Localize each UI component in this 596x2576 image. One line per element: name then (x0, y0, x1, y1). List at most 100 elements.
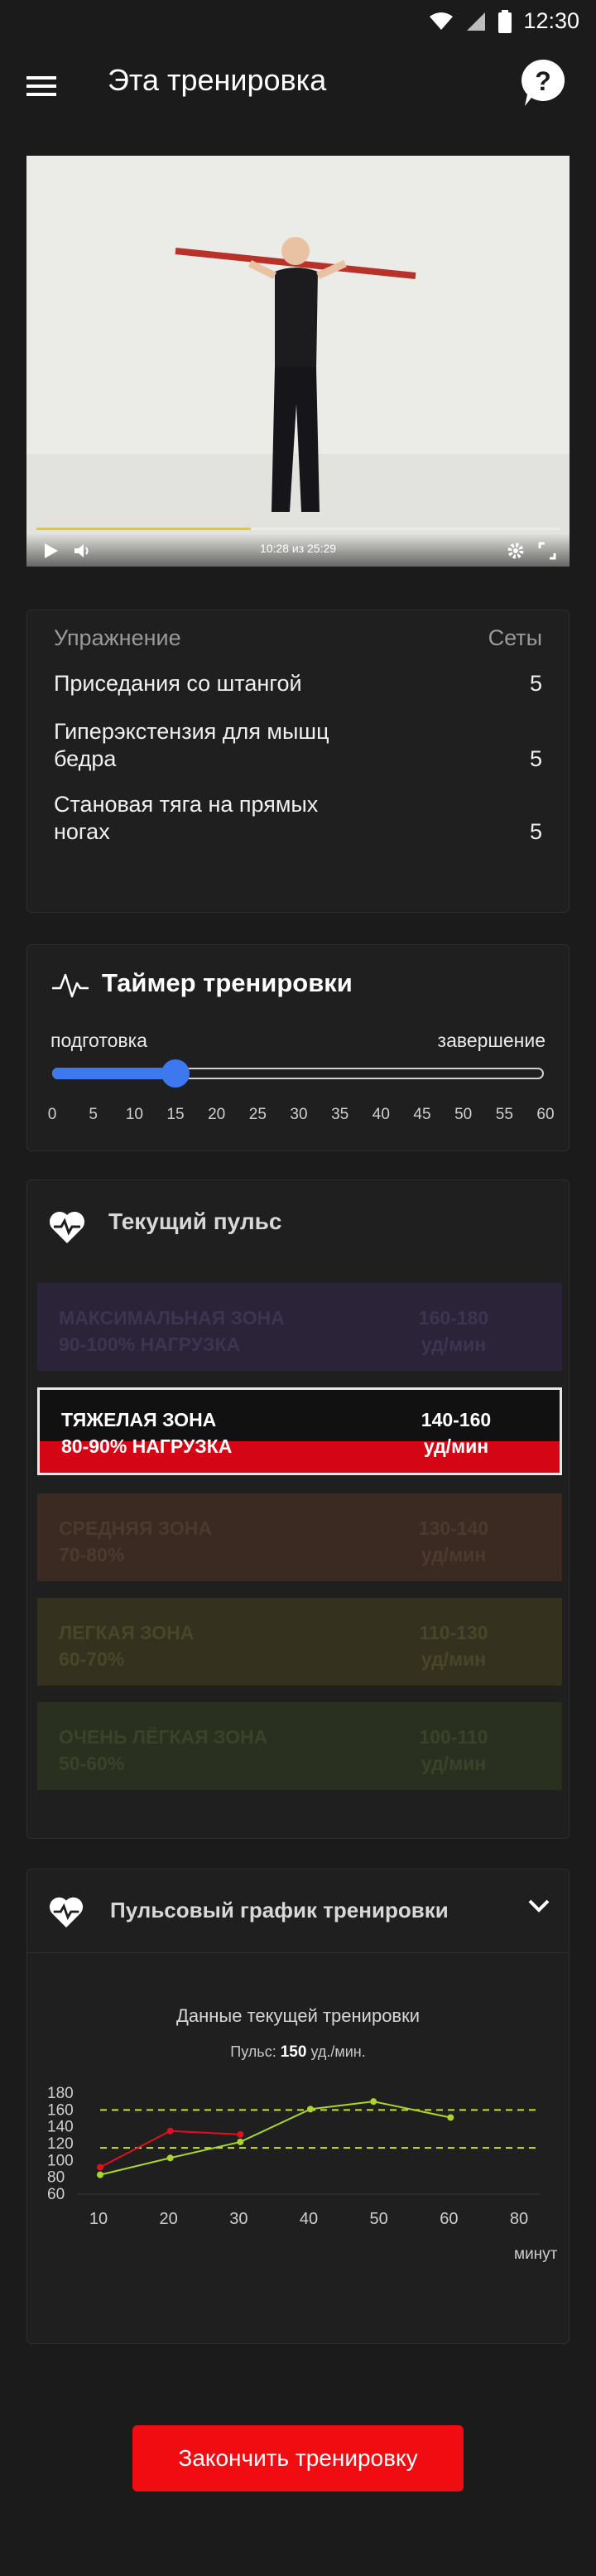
zone-name: ОЧЕНЬ ЛЁГКАЯ ЗОНА (59, 1726, 268, 1748)
zone-load: 80-90% НАГРУЗКА (61, 1435, 233, 1457)
zone-heavy-active: ТЯЖЕЛАЯ ЗОНА 80-90% НАГРУЗКА 140-160 уд/ми… (37, 1387, 562, 1475)
zone-load: 50-60% (59, 1753, 125, 1774)
zone-name: ЛЕГКАЯ ЗОНА (59, 1622, 195, 1643)
pulse-value: 150 (280, 2043, 307, 2061)
zone-range: 140-160 (421, 1409, 492, 1430)
exercise-name: Гиперэкстензия для мышц бедра (54, 719, 329, 771)
zone-unit: уд/мин (423, 1435, 489, 1457)
exercise-column-header: Упражнение (54, 625, 181, 650)
timer-tick-label: 25 (248, 1106, 267, 1123)
timer-tick-label: 55 (495, 1106, 513, 1123)
zone-load: 60-70% (59, 1648, 125, 1670)
exercise-sets: 5 (529, 819, 542, 844)
pulse-title: Текущий пульс (108, 1208, 282, 1234)
finish-workout-button[interactable]: Закончить тренировку (132, 2425, 464, 2492)
timer-tick-label: 45 (413, 1106, 431, 1123)
zone-name: МАКСИМАЛЬНАЯ ЗОНА (59, 1307, 285, 1329)
help-icon[interactable]: ? (520, 58, 566, 108)
exercise-list-header: Упражнение Сеты (54, 625, 542, 651)
settings-icon[interactable] (507, 542, 525, 560)
video-time: 10:28 из 25:29 (259, 542, 337, 555)
x-axis-label: минут (514, 2246, 558, 2263)
x-tick-label: 80 (510, 2210, 528, 2228)
timer-tick-label: 50 (454, 1106, 473, 1123)
video-frame (26, 156, 570, 567)
exercise-sets: 5 (529, 671, 542, 696)
zone-unit: уд/мин (421, 1544, 487, 1565)
zone-very-light: ОЧЕНЬ ЛЁГКАЯ ЗОНА 50-60% 100-110 уд/мин (37, 1702, 562, 1790)
exercise-row[interactable]: Гиперэкстензия для мышц бедра 5 (54, 718, 542, 773)
series-line (99, 2101, 451, 2176)
zone-load: 90-100% НАГРУЗКА (59, 1334, 241, 1355)
zone-medium: СРЕДНЯЯ ЗОНА 70-80% 130-140 уд/мин (37, 1493, 562, 1581)
data-point (237, 2138, 244, 2145)
signal-icon (467, 12, 486, 31)
zone-range: 100-110 (419, 1726, 488, 1748)
y-tick-label: 100 (47, 2152, 74, 2169)
zone-light: ЛЕГКАЯ ЗОНА 60-70% 110-130 уд/мин (37, 1598, 562, 1686)
timer-tick-label: 20 (208, 1106, 226, 1123)
chart-title: Данные текущей тренировки (175, 2005, 421, 2026)
timer-tick-label: 5 (89, 1106, 98, 1123)
timer-end-label: завершение (437, 1030, 546, 1051)
app-bar: Эта тренировка ? (0, 40, 596, 133)
data-point (370, 2098, 377, 2106)
page-title: Эта тренировка (108, 63, 327, 97)
timer-title: Таймер тренировки (102, 968, 353, 997)
menu-icon[interactable] (25, 71, 58, 101)
exercise-row[interactable]: Становая тяга на прямых ногах 5 (54, 791, 542, 846)
workout-timer: Таймер тренировки подготовка завершение … (26, 944, 570, 1151)
chart-pulse-readout: Пульс: 150 уд./мин. (27, 2043, 569, 2062)
heart-pulse-icon (49, 1211, 85, 1243)
zone-unit: уд/мин (421, 1648, 487, 1670)
x-tick-label: 10 (89, 2210, 108, 2228)
y-tick-label: 80 (47, 2169, 65, 2187)
video-progress-fill (36, 528, 252, 530)
zone-name: ТЯЖЕЛАЯ ЗОНА (61, 1409, 217, 1430)
zone-range: 110-130 (419, 1622, 488, 1643)
timer-start-label: подготовка (50, 1030, 147, 1051)
timer-tick-label: 40 (372, 1106, 390, 1123)
zone-range: 160-180 (418, 1307, 489, 1329)
zone-load: 70-80% (59, 1544, 125, 1565)
timer-slider-handle[interactable] (161, 1059, 190, 1088)
pulse-graph-header[interactable]: Пульсовый график тренировки (27, 1869, 569, 1953)
y-tick-label: 60 (47, 2186, 65, 2203)
timer-tick-label: 60 (536, 1106, 555, 1123)
exercise-row[interactable]: Приседания со штангой 5 (54, 670, 542, 697)
chevron-down-icon[interactable] (527, 1898, 550, 1914)
timer-tick-label: 30 (290, 1106, 308, 1123)
x-tick-label: 30 (229, 2210, 248, 2228)
wifi-icon (430, 12, 454, 30)
fullscreen-icon[interactable] (538, 542, 556, 560)
data-point (97, 2171, 103, 2178)
series-line (99, 2130, 241, 2168)
data-point (447, 2114, 454, 2121)
timer-tick-label: 0 (47, 1106, 57, 1123)
zone-name: СРЕДНЯЯ ЗОНА (59, 1517, 212, 1539)
pulse-graph-card: Пульсовый график тренировки Данные текущ… (26, 1869, 570, 2344)
timer-labels: подготовка завершение (50, 1030, 546, 1052)
data-point (97, 2164, 103, 2171)
zone-max: МАКСИМАЛЬНАЯ ЗОНА 90-100% НАГРУЗКА 160-18… (37, 1283, 562, 1371)
exercise-name: Приседания со штангой (54, 671, 302, 696)
x-tick-label: 50 (370, 2210, 388, 2228)
exercise-list: Упражнение Сеты Приседания со штангой 5 … (26, 610, 570, 913)
svg-text:?: ? (535, 66, 551, 96)
x-tick-label: 40 (300, 2210, 318, 2228)
data-point (166, 2127, 174, 2135)
video-progress[interactable] (36, 528, 560, 530)
timer-tick-label: 10 (125, 1106, 143, 1123)
current-pulse: Текущий пульс МАКСИМАЛЬНАЯ ЗОНА 90-100% Н… (26, 1179, 570, 1839)
pulse-unit: уд./мин. (310, 2043, 366, 2060)
zone-unit: уд/мин (421, 1334, 487, 1355)
pulse-label: Пульс: (230, 2043, 276, 2060)
exercise-video[interactable]: 10:28 из 25:29 (26, 156, 570, 567)
data-point (166, 2154, 174, 2162)
pulse-line-icon (52, 973, 89, 998)
exercise-sets: 5 (529, 746, 542, 771)
timer-ticks: 0 5 10 15 20 25 30 35 40 45 50 55 60 (48, 1106, 555, 1126)
x-tick-label: 60 (440, 2210, 458, 2228)
y-tick-label: 120 (47, 2135, 74, 2153)
zone-unit: уд/мин (421, 1753, 487, 1774)
